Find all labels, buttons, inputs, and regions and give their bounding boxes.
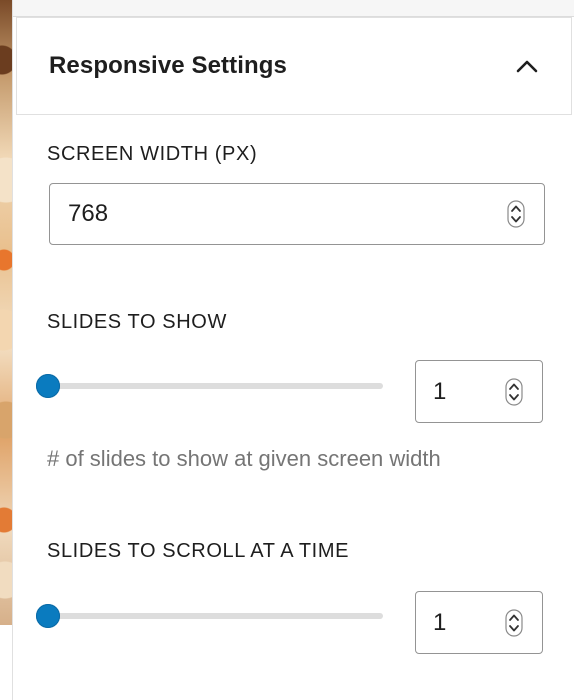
panel-header-toggle[interactable]: Responsive Settings <box>16 17 572 115</box>
screen-width-value: 768 <box>68 200 109 227</box>
panel-top-divider <box>13 0 574 17</box>
up-down-arrows-icon[interactable] <box>506 200 526 228</box>
slides-to-show-help-text: # of slides to show at given screen widt… <box>47 446 441 471</box>
screen-width-input[interactable]: 768 <box>49 183 545 245</box>
panel-title: Responsive Settings <box>49 52 287 79</box>
up-down-arrows-icon[interactable] <box>504 377 524 406</box>
slides-to-scroll-value: 1 <box>433 608 447 636</box>
slides-to-scroll-input[interactable]: 1 <box>415 591 543 654</box>
slides-to-show-input[interactable]: 1 <box>415 360 543 423</box>
responsive-settings-panel: Responsive Settings SCREEN WIDTH (PX) 76… <box>12 0 574 700</box>
chevron-up-icon[interactable] <box>515 54 539 78</box>
slides-to-show-value: 1 <box>433 377 447 405</box>
slides-to-scroll-slider-thumb[interactable] <box>36 604 60 628</box>
up-down-arrows-icon[interactable] <box>504 608 524 637</box>
slides-to-show-slider-thumb[interactable] <box>36 374 60 398</box>
screen-width-label: SCREEN WIDTH (PX) <box>47 143 258 165</box>
slides-to-show-label: SLIDES TO SHOW <box>47 311 227 333</box>
background-image-edge <box>0 0 12 625</box>
slides-to-scroll-slider-track[interactable] <box>47 613 383 619</box>
slides-to-scroll-label: SLIDES TO SCROLL AT A TIME <box>47 540 350 562</box>
slides-to-show-slider-track[interactable] <box>47 383 383 389</box>
